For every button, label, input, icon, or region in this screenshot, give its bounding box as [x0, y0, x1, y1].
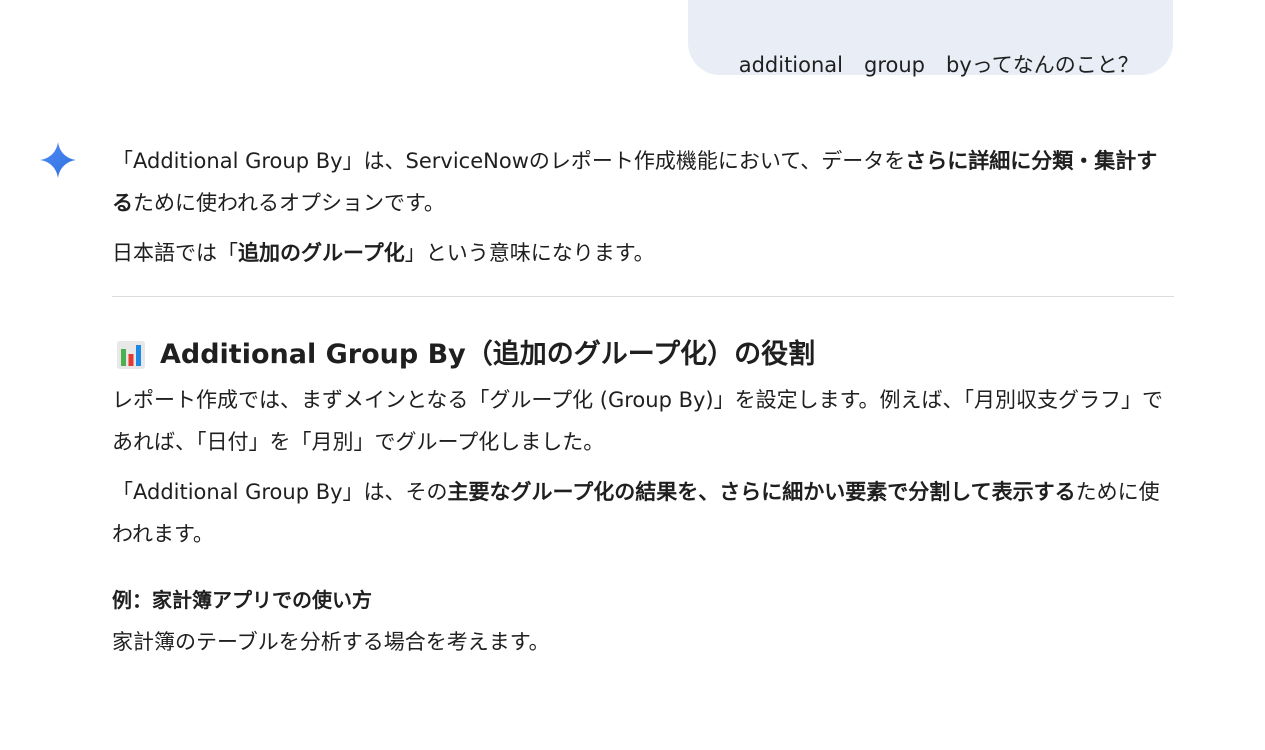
meaning-text-2: 」という意味になります。: [404, 241, 655, 265]
intro-text-2: ために使われるオプションです。: [133, 191, 445, 215]
response-paragraph-meaning: 日本語では「追加のグループ化」という意味になります。: [112, 232, 1174, 274]
section-p2-bold: 主要なグループ化の結果を、さらに細かい要素で分割して表示する: [447, 480, 1076, 504]
meaning-text-1: 日本語では「: [112, 241, 238, 265]
intro-text-1: 「Additional Group By」は、ServiceNowのレポート作成…: [112, 149, 906, 173]
chat-page: additional group byってなんのこと？ 「Additional …: [0, 0, 1265, 750]
assistant-response: 「Additional Group By」は、ServiceNowのレポート作成…: [112, 140, 1174, 663]
bar-chart-icon: [117, 341, 145, 369]
section-heading: Additional Group By（追加のグループ化）の役割: [112, 333, 1174, 377]
user-message-text: additional group byってなんのこと？: [738, 53, 1139, 77]
section-title: Additional Group By（追加のグループ化）の役割: [160, 339, 816, 370]
meaning-bold: 追加のグループ化: [238, 241, 405, 265]
example-title: 例：家計簿アプリでの使い方: [112, 588, 372, 612]
gemini-sparkle-icon: [40, 142, 76, 178]
section-paragraph-1: レポート作成では、まずメインとなる「グループ化 (Group By)」を設定しま…: [112, 388, 1164, 454]
section-p2-text-1: 「Additional Group By」は、その: [112, 480, 448, 504]
user-message-bubble: additional group byってなんのこと？: [688, 0, 1173, 77]
section-paragraph-2: 「Additional Group By」は、その主要なグループ化の結果を、さら…: [112, 471, 1174, 555]
example-text: 家計簿のテーブルを分析する場合を考えます。: [112, 630, 550, 654]
section-divider: [112, 296, 1174, 297]
response-paragraph-intro: 「Additional Group By」は、ServiceNowのレポート作成…: [112, 140, 1174, 224]
